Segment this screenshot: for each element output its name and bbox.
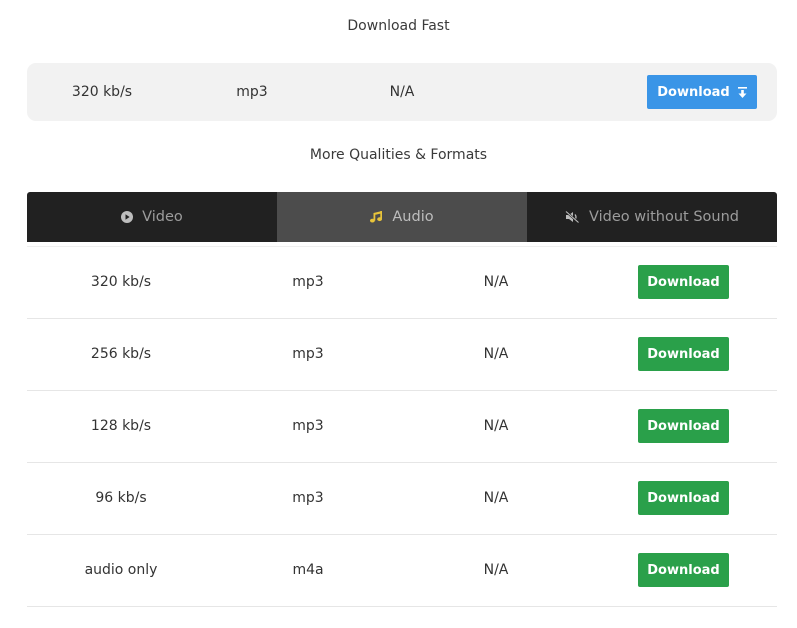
more-qualities-heading: More Qualities & Formats — [309, 147, 488, 163]
row-size: N/A — [483, 562, 509, 578]
table-row: 320 kb/s mp3 N/A Download — [27, 246, 777, 319]
row-bitrate: 320 kb/s — [90, 274, 152, 290]
play-circle-icon — [121, 211, 134, 223]
download-fast-heading: Download Fast — [347, 18, 450, 34]
music-note-icon — [370, 211, 383, 223]
fast-format: mp3 — [236, 84, 268, 100]
tab-video-without-sound-label: Video without Sound — [588, 209, 739, 225]
download-button[interactable]: Download — [638, 409, 729, 443]
download-button[interactable]: Download — [638, 265, 729, 299]
tab-video-label: Video — [142, 209, 183, 225]
tab-audio-label: Audio — [392, 209, 434, 225]
row-size: N/A — [483, 490, 509, 506]
table-row: 256 kb/s mp3 N/A Download — [27, 319, 777, 391]
fast-bitrate: 320 kb/s — [71, 84, 133, 100]
table-row: 96 kb/s mp3 N/A Download — [27, 463, 777, 535]
row-size: N/A — [483, 274, 509, 290]
download-arrow-icon — [737, 86, 747, 98]
row-format: mp3 — [292, 490, 324, 506]
format-tabs: Video Audio Video without Sound — [27, 192, 777, 242]
table-row: 128 kb/s mp3 N/A Download — [27, 391, 777, 463]
row-bitrate: 256 kb/s — [90, 346, 152, 362]
tab-video-without-sound[interactable]: Video without Sound — [527, 192, 777, 242]
row-format: mp3 — [292, 274, 324, 290]
row-size: N/A — [483, 418, 509, 434]
fast-download-button[interactable]: Download — [647, 75, 757, 109]
row-bitrate: 96 kb/s — [95, 490, 147, 506]
fast-size: N/A — [389, 84, 415, 100]
row-format: m4a — [292, 562, 324, 578]
download-button[interactable]: Download — [638, 553, 729, 587]
table-row: audio only m4a N/A Download — [27, 535, 777, 607]
row-format: mp3 — [292, 418, 324, 434]
row-format: mp3 — [292, 346, 324, 362]
row-bitrate: 128 kb/s — [90, 418, 152, 434]
row-size: N/A — [483, 346, 509, 362]
fast-download-button-label: Download — [657, 84, 730, 100]
fast-download-row: 320 kb/s mp3 N/A Download — [27, 63, 777, 121]
row-bitrate: audio only — [84, 562, 158, 578]
download-button[interactable]: Download — [638, 337, 729, 371]
download-button[interactable]: Download — [638, 481, 729, 515]
audio-format-list: 320 kb/s mp3 N/A Download 256 kb/s mp3 N… — [27, 246, 777, 607]
tab-video[interactable]: Video — [27, 192, 277, 242]
tab-audio[interactable]: Audio — [277, 192, 527, 242]
volume-mute-icon — [565, 211, 580, 223]
